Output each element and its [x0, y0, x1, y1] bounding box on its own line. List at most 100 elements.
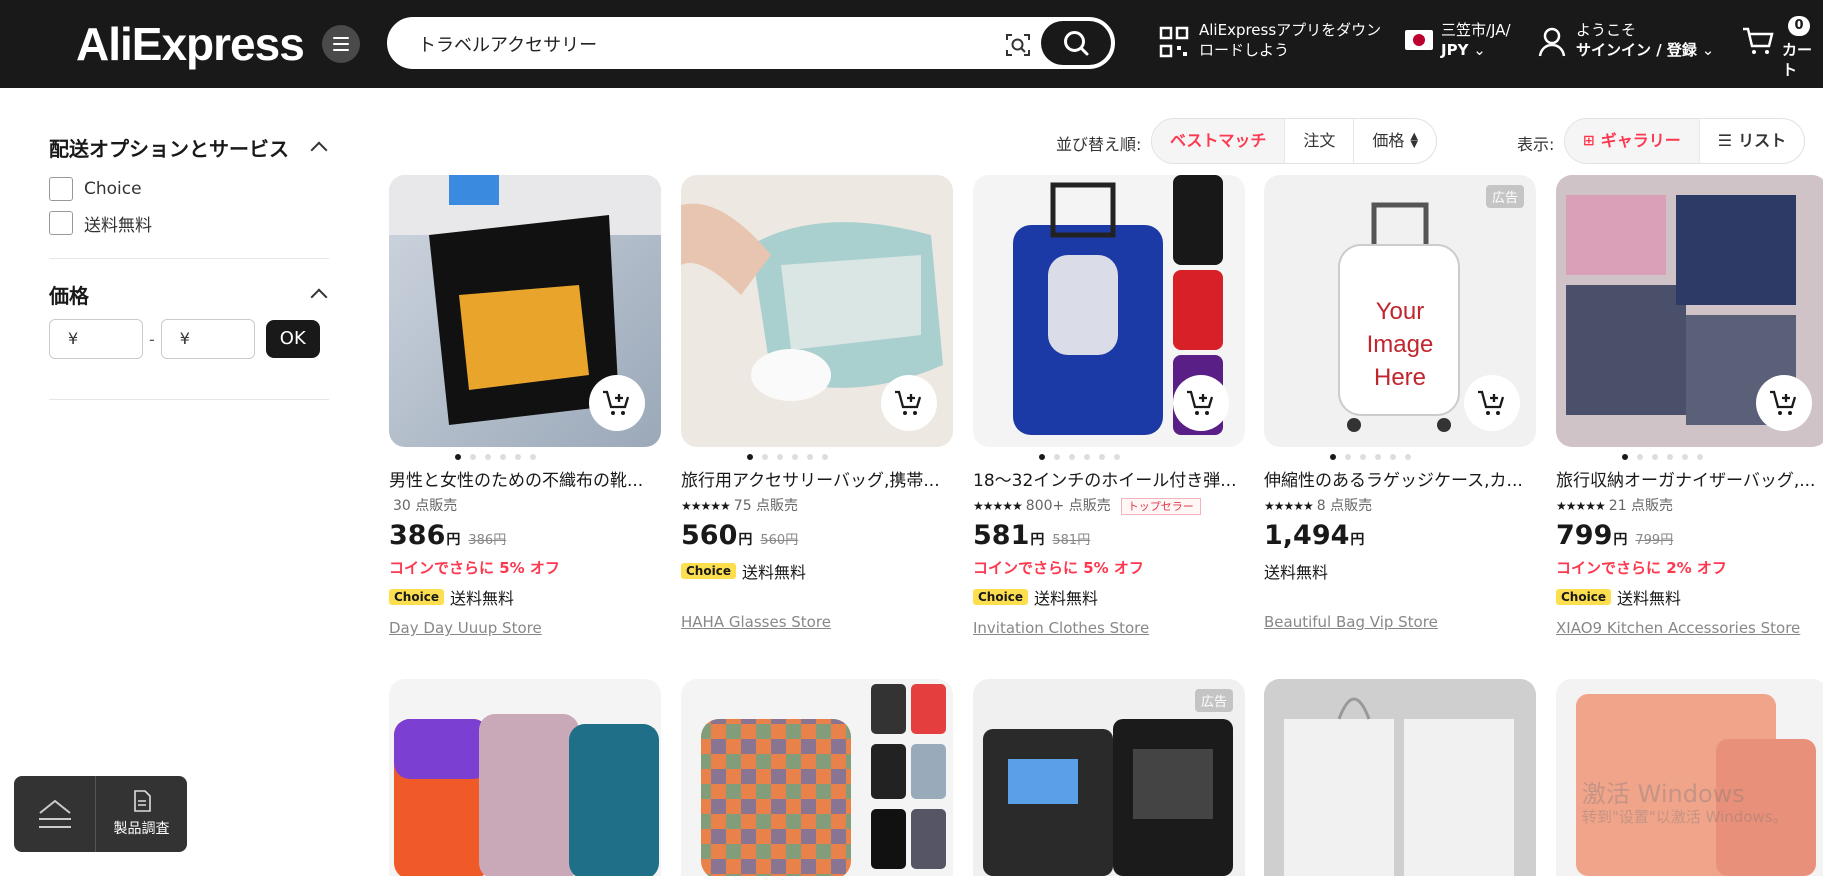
store-link[interactable]: Day Day Uuup Store: [389, 613, 661, 643]
product-image[interactable]: [973, 175, 1245, 447]
add-to-cart-button[interactable]: [589, 375, 645, 431]
list-icon: ☰: [1717, 131, 1733, 150]
product-title[interactable]: 男性と女性のための不織布の靴...: [389, 467, 661, 495]
sort-options: ベストマッチ 注文 価格 ▲ ▼: [1151, 118, 1438, 164]
region-selector[interactable]: 三笠市/JA/ JPY ⌄: [1441, 20, 1511, 60]
sort-price[interactable]: 価格 ▲ ▼: [1354, 119, 1436, 163]
shipping-info: Choice 送料無料: [389, 581, 661, 613]
qr-code-icon[interactable]: [1159, 26, 1189, 58]
ad-badge: 広告: [1485, 185, 1524, 208]
search-icon: [1064, 31, 1089, 56]
choice-badge: Choice: [973, 589, 1028, 605]
custom-image-text: Your Image Here: [1366, 298, 1434, 391]
sort-arrows-icon: ▲ ▼: [1410, 131, 1419, 150]
store-link[interactable]: Invitation Clothes Store: [973, 613, 1245, 643]
shipping-filter-header[interactable]: 配送オプションとサービス: [49, 130, 329, 164]
search-button[interactable]: [1041, 21, 1111, 65]
image-pagination: [621, 447, 953, 467]
view-list[interactable]: ☰ リスト: [1700, 119, 1804, 163]
product-title[interactable]: 旅行収納オーガナイザーバッグ,...: [1556, 467, 1823, 495]
view-gallery[interactable]: ⊞ ギャラリー: [1565, 119, 1700, 163]
top-header: AliExpress AliExpressアプリをダウン ロードしよう 三笠市/…: [0, 0, 1823, 88]
product-card[interactable]: 旅行用アクセサリーバッグ,携帯... ★★★★★ 75 点販売 560 円 560円 …: [681, 175, 953, 637]
product-survey-button[interactable]: 製品調査: [96, 776, 187, 852]
product-image[interactable]: [1264, 679, 1536, 876]
aliexpress-logo[interactable]: AliExpress: [76, 16, 305, 72]
product-image[interactable]: [1556, 175, 1823, 447]
add-cart-icon: [1187, 390, 1214, 415]
cat-luggage-image: [701, 684, 946, 876]
windows-activation-watermark-sub: 转到"设置"以激活 Windows。: [1582, 808, 1788, 826]
add-to-cart-button[interactable]: [881, 375, 937, 431]
filter-choice-checkbox[interactable]: Choice: [49, 172, 329, 206]
product-title[interactable]: 伸縮性のあるラゲッジケース,カ...: [1264, 467, 1536, 495]
filter-free-shipping-checkbox[interactable]: 送料無料: [49, 206, 329, 240]
add-to-cart-button[interactable]: [1173, 375, 1229, 431]
shipping-info: Choice 送料無料: [1556, 581, 1823, 613]
choice-badge: Choice: [681, 563, 736, 579]
min-price-input[interactable]: ¥: [49, 319, 143, 359]
divider: [49, 258, 329, 259]
product-image[interactable]: [681, 679, 953, 876]
sort-orders[interactable]: 注文: [1285, 119, 1355, 163]
product-image[interactable]: [389, 175, 661, 447]
colorful-luggage-image: [394, 714, 659, 876]
rating-stars: ★★★★★: [1556, 499, 1606, 513]
product-price: 799 円 799円: [1556, 520, 1674, 551]
chevron-down-icon: ⌄: [1473, 41, 1486, 59]
add-cart-icon: [1770, 390, 1797, 415]
sort-best-match[interactable]: ベストマッチ: [1152, 119, 1286, 163]
product-card[interactable]: Your Image Here 広告 伸縮性のあるラゲッジケース,カ... ★★…: [1264, 175, 1536, 637]
chevron-up-icon: [310, 288, 328, 306]
chevron-down-icon: ⌄: [1701, 41, 1715, 59]
product-image[interactable]: [389, 679, 661, 876]
scroll-top-icon: [38, 799, 71, 828]
product-card[interactable]: 男性と女性のための不織布の靴... 30 点販売 386 円 386円 コインでさら…: [389, 175, 661, 643]
product-image[interactable]: Your Image Here 広告: [1264, 175, 1536, 447]
coin-discount: コインでさらに 5% オフ: [389, 559, 560, 577]
account-menu[interactable]: ようこそ サインイン / 登録 ⌄: [1576, 20, 1714, 60]
filter-sidebar: 配送オプションとサービス Choice 送料無料 価格 ¥ - ¥ OK: [49, 130, 329, 418]
document-icon: [133, 790, 151, 812]
product-image[interactable]: [681, 175, 953, 447]
add-cart-icon: [895, 390, 922, 415]
add-cart-icon: [1478, 390, 1505, 415]
price-ok-button[interactable]: OK: [265, 320, 320, 358]
store-link[interactable]: HAHA Glasses Store: [681, 607, 953, 637]
laundry-bag-image: [1264, 679, 1536, 876]
shipping-info: Choice 送料無料: [973, 581, 1245, 613]
menu-button[interactable]: [322, 25, 360, 63]
add-cart-icon: [603, 390, 630, 415]
add-to-cart-button[interactable]: [1464, 375, 1520, 431]
price-filter-header[interactable]: 価格: [49, 277, 329, 311]
product-price: 1,494 円: [1264, 520, 1365, 551]
rating-stars: ★★★★★: [973, 499, 1023, 513]
product-card[interactable]: 旅行収納オーガナイザーバッグ,... ★★★★★ 21 点販売 799 円 799円 …: [1556, 175, 1823, 643]
sort-label: 並び替え順:: [1056, 135, 1142, 154]
max-price-input[interactable]: ¥: [160, 319, 255, 359]
product-meta: ★★★★★ 8 点販売: [1264, 495, 1536, 517]
add-to-cart-button[interactable]: [1756, 375, 1812, 431]
cart-count-badge: 0: [1788, 16, 1810, 36]
store-link[interactable]: XIAO9 Kitchen Accessories Store: [1556, 613, 1823, 643]
scroll-to-top-button[interactable]: [14, 776, 96, 852]
cart-icon[interactable]: [1742, 26, 1774, 56]
search-bar: [387, 17, 1115, 69]
coin-discount: コインでさらに 2% オフ: [1556, 559, 1727, 577]
windows-activation-watermark: 激活 Windows: [1582, 780, 1745, 808]
image-pagination: [329, 447, 661, 467]
product-price: 386 円 386円: [389, 520, 507, 551]
app-download-link[interactable]: AliExpressアプリをダウン ロードしよう: [1199, 20, 1381, 60]
product-card[interactable]: 18〜32インチのホイール付き弾... ★★★★★ 800+ 点販売 トップセラー …: [973, 175, 1245, 643]
store-link[interactable]: Beautiful Bag Vip Store: [1264, 607, 1536, 637]
search-input[interactable]: [418, 30, 978, 58]
cart-label[interactable]: カート: [1782, 40, 1823, 80]
product-title[interactable]: 旅行用アクセサリーバッグ,携帯...: [681, 467, 953, 495]
image-search-icon[interactable]: [1005, 32, 1031, 58]
top-seller-badge: トップセラー: [1120, 497, 1201, 515]
floating-toolbar: 製品調査: [14, 776, 187, 852]
divider: [49, 399, 329, 400]
product-title[interactable]: 18〜32インチのホイール付き弾...: [973, 467, 1245, 495]
rating-stars: ★★★★★: [1264, 499, 1314, 513]
product-image[interactable]: 広告: [973, 679, 1245, 876]
